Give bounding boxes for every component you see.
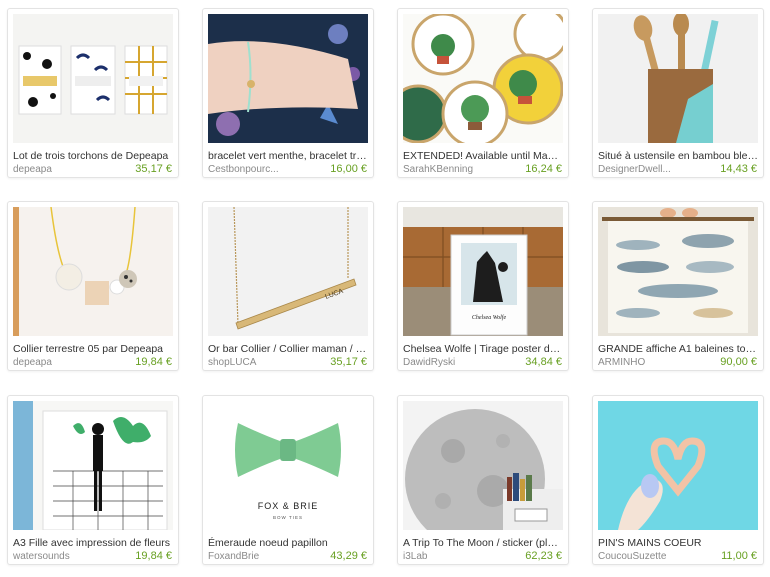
shop-name[interactable]: DawidRyski [403, 357, 503, 368]
listing-title[interactable]: Chelsea Wolfe | Tirage poster de a... [403, 343, 563, 355]
listing-price: 16,00 € [330, 163, 367, 175]
listing-image-utensil-holder[interactable] [598, 14, 758, 143]
listing-image-tea-towels[interactable] [13, 14, 173, 143]
poster-caption: Chelsea Wolfe [472, 314, 507, 321]
listing-image-heart-hands-pin[interactable] [598, 401, 758, 530]
shop-name[interactable]: watersounds [13, 551, 113, 562]
listing-image-bracelet[interactable] [208, 14, 368, 143]
shop-name[interactable]: i3Lab [403, 551, 503, 562]
shop-name[interactable]: shopLUCA [208, 357, 308, 368]
shop-name[interactable]: CoucouSuzette [598, 551, 698, 562]
listing-title[interactable]: Lot de trois torchons de Depeapa [13, 150, 173, 162]
listing-image-embroidery-hoops[interactable] [403, 14, 563, 143]
listing-title[interactable]: A3 Fille avec impression de fleurs [13, 537, 173, 549]
listing-card[interactable]: bracelet vert menthe, bracelet tres... C… [202, 8, 374, 178]
listing-card[interactable]: EXTENDED! Available until May 1st,... Sa… [397, 8, 569, 178]
listing-card[interactable]: FOX & BRIE BOW TIES Émeraude noeud papil… [202, 395, 374, 565]
listing-price: 16,24 € [525, 163, 562, 175]
listing-price: 14,43 € [720, 163, 757, 175]
listing-card[interactable]: GRANDE affiche A1 baleines toile - ... A… [592, 201, 764, 371]
shop-name[interactable]: FoxandBrie [208, 551, 308, 562]
listing-title[interactable]: bracelet vert menthe, bracelet tres... [208, 150, 368, 162]
listing-title[interactable]: EXTENDED! Available until May 1st,... [403, 150, 563, 162]
shop-name[interactable]: DesignerDwell... [598, 164, 698, 175]
shop-name[interactable]: SarahKBenning [403, 164, 503, 175]
shop-name[interactable]: Cestbonpourc... [208, 164, 308, 175]
listing-image-moon-sticker[interactable] [403, 401, 563, 530]
listing-image-bead-necklace[interactable] [13, 207, 173, 336]
listing-price: 19,84 € [135, 550, 172, 562]
listing-title[interactable]: GRANDE affiche A1 baleines toile - ... [598, 343, 758, 355]
listing-title[interactable]: A Trip To The Moon / sticker (plein... [403, 537, 563, 549]
listing-image-whales-poster[interactable] [598, 207, 758, 336]
listing-price: 19,84 € [135, 356, 172, 368]
listing-title[interactable]: PIN'S MAINS COEUR [598, 537, 758, 549]
bowtie-tagline-text: BOW TIES [273, 515, 303, 520]
shop-name[interactable]: depeapa [13, 164, 113, 175]
listing-price: 62,23 € [525, 550, 562, 562]
listing-price: 34,84 € [525, 356, 562, 368]
listing-image-girl-print[interactable] [13, 401, 173, 530]
listing-price: 35,17 € [330, 356, 367, 368]
listing-title[interactable]: Collier terrestre 05 par Depeapa [13, 343, 173, 355]
listing-title[interactable]: Situé à ustensile en bambou bleu s... [598, 150, 758, 162]
listing-title[interactable]: Émeraude noeud papillon [208, 537, 368, 549]
listing-card[interactable]: Lot de trois torchons de Depeapa depeapa… [7, 8, 179, 178]
listing-price: 35,17 € [135, 163, 172, 175]
shop-name[interactable]: ARMINHO [598, 357, 698, 368]
listing-card[interactable]: Chelsea Wolfe Chelsea Wolfe | Tirage pos… [397, 201, 569, 371]
listing-title[interactable]: Or bar Collier / Collier maman / no... [208, 343, 368, 355]
listing-price: 11,00 € [721, 550, 757, 562]
listing-card[interactable]: PIN'S MAINS COEUR CoucouSuzette 11,00 € [592, 395, 764, 565]
listing-card[interactable]: LUCA Or bar Collier / Collier maman / no… [202, 201, 374, 371]
listing-image-bar-necklace[interactable]: LUCA [208, 207, 368, 336]
listing-card[interactable]: Situé à ustensile en bambou bleu s... De… [592, 8, 764, 178]
listing-image-bow-tie[interactable]: FOX & BRIE BOW TIES [208, 401, 368, 530]
listing-price: 90,00 € [720, 356, 757, 368]
bowtie-brand-text: FOX & BRIE [258, 501, 319, 511]
listing-card[interactable]: A3 Fille avec impression de fleurs water… [7, 395, 179, 565]
shop-name[interactable]: depeapa [13, 357, 113, 368]
listing-card[interactable]: A Trip To The Moon / sticker (plein... i… [397, 395, 569, 565]
listing-image-wolf-poster[interactable]: Chelsea Wolfe [403, 207, 563, 336]
listing-card[interactable]: Collier terrestre 05 par Depeapa depeapa… [7, 201, 179, 371]
listing-price: 43,29 € [330, 550, 367, 562]
